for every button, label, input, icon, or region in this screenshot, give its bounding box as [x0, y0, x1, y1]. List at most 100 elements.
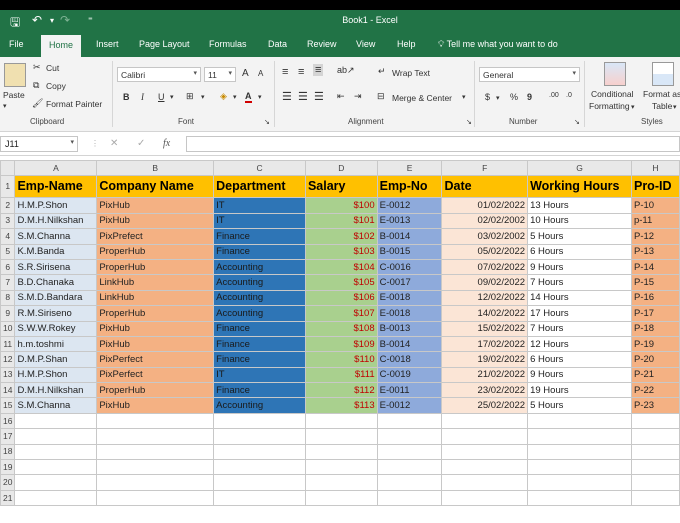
empty-cell[interactable]: [527, 428, 632, 445]
format-as-table-icon[interactable]: [652, 62, 674, 86]
company-name-cell[interactable]: PixHub: [96, 197, 215, 214]
company-name-cell[interactable]: LinkHub: [96, 274, 215, 291]
empty-cell[interactable]: [304, 489, 378, 507]
company-name-cell[interactable]: PixPerfect: [96, 366, 215, 384]
pro-id-cell[interactable]: P-16: [630, 289, 680, 307]
emp-name-cell[interactable]: B.D.Chanaka: [14, 274, 98, 291]
emp-name-cell[interactable]: S.M.D.Bandara: [14, 289, 98, 307]
salary-cell[interactable]: $113: [304, 397, 378, 414]
wrap-text-button[interactable]: Wrap Text: [392, 68, 430, 78]
bold-button[interactable]: B: [123, 92, 130, 102]
row-header[interactable]: 4: [0, 228, 16, 245]
emp-name-cell[interactable]: D.M.H.Nilkshan: [14, 212, 98, 230]
paste-dropdown-icon[interactable]: ▾: [3, 102, 7, 110]
conditional-formatting-icon[interactable]: [604, 62, 626, 86]
working-hours-cell[interactable]: 17 Hours: [527, 305, 632, 322]
column-header[interactable]: G: [527, 159, 632, 177]
empty-cell[interactable]: [376, 489, 443, 507]
merge-center-button[interactable]: Merge & Center: [392, 93, 452, 103]
emp-name-cell[interactable]: H.M.P.Shon: [14, 197, 98, 214]
working-hours-cell[interactable]: 12 Hours: [527, 335, 632, 353]
empty-cell[interactable]: [304, 443, 378, 461]
department-cell[interactable]: Finance: [213, 228, 306, 245]
empty-cell[interactable]: [96, 428, 215, 445]
empty-cell[interactable]: [630, 428, 680, 445]
empty-cell[interactable]: [527, 489, 632, 507]
salary-cell[interactable]: $106: [304, 289, 378, 307]
tab-help[interactable]: Help: [397, 39, 416, 49]
row-header[interactable]: 16: [0, 412, 16, 430]
column-header[interactable]: F: [441, 159, 529, 177]
header-cell[interactable]: Emp-Name: [14, 175, 98, 199]
emp-no-cell[interactable]: E-0011: [376, 382, 443, 399]
date-cell[interactable]: 01/02/2022: [441, 197, 529, 214]
insert-function-icon[interactable]: fx: [163, 138, 170, 149]
emp-no-cell[interactable]: E-0012: [376, 197, 443, 214]
percent-button[interactable]: %: [510, 92, 518, 102]
chevron-down-icon[interactable]: ▾: [233, 93, 237, 101]
row-header[interactable]: 5: [0, 243, 16, 260]
company-name-cell[interactable]: ProperHub: [96, 305, 215, 322]
borders-icon[interactable]: ⊞: [186, 91, 194, 102]
salary-cell[interactable]: $112: [304, 382, 378, 399]
empty-cell[interactable]: [376, 428, 443, 445]
header-cell[interactable]: Pro-ID: [630, 175, 680, 199]
date-cell[interactable]: 03/02/2002: [441, 228, 529, 245]
working-hours-cell[interactable]: 7 Hours: [527, 274, 632, 291]
row-header[interactable]: 14: [0, 382, 16, 399]
company-name-cell[interactable]: PixPerfect: [96, 351, 215, 368]
column-header[interactable]: D: [304, 159, 378, 177]
align-right-icon[interactable]: ☰: [314, 90, 324, 103]
empty-cell[interactable]: [630, 412, 680, 430]
empty-cell[interactable]: [376, 412, 443, 430]
font-color-icon[interactable]: A: [245, 91, 252, 103]
empty-cell[interactable]: [213, 412, 306, 430]
dialog-launcher-icon[interactable]: ↘: [466, 118, 472, 126]
date-cell[interactable]: 07/02/2022: [441, 258, 529, 276]
empty-cell[interactable]: [527, 459, 632, 476]
department-cell[interactable]: Accounting: [213, 289, 306, 307]
pro-id-cell[interactable]: p-11: [630, 212, 680, 230]
pro-id-cell[interactable]: P-23: [630, 397, 680, 414]
bottom-align-icon[interactable]: ≡: [313, 64, 324, 76]
column-header[interactable]: C: [213, 159, 306, 177]
empty-cell[interactable]: [14, 489, 98, 507]
tab-view[interactable]: View: [356, 39, 375, 49]
orientation-icon[interactable]: ab↗: [337, 65, 355, 76]
working-hours-cell[interactable]: 19 Hours: [527, 382, 632, 399]
grow-font-icon[interactable]: A: [242, 68, 249, 79]
chevron-down-icon[interactable]: ▾: [496, 94, 500, 102]
empty-cell[interactable]: [14, 412, 98, 430]
empty-cell[interactable]: [213, 443, 306, 461]
empty-cell[interactable]: [14, 428, 98, 445]
format-painter-button[interactable]: Format Painter: [46, 99, 102, 109]
tell-me-box[interactable]: 💡︎ Tell me what you want to do: [438, 39, 558, 50]
empty-cell[interactable]: [213, 474, 306, 491]
date-cell[interactable]: 12/02/2022: [441, 289, 529, 307]
salary-cell[interactable]: $104: [304, 258, 378, 276]
working-hours-cell[interactable]: 6 Hours: [527, 351, 632, 368]
company-name-cell[interactable]: ProperHub: [96, 382, 215, 399]
chevron-down-icon[interactable]: ▾: [201, 93, 205, 101]
header-cell[interactable]: Salary: [304, 175, 378, 199]
date-cell[interactable]: 23/02/2022: [441, 382, 529, 399]
merge-center-icon[interactable]: ⊟: [377, 91, 385, 102]
tab-file[interactable]: File: [9, 39, 24, 49]
empty-cell[interactable]: [630, 474, 680, 491]
working-hours-cell[interactable]: 5 Hours: [527, 397, 632, 414]
italic-button[interactable]: I: [141, 92, 144, 102]
emp-no-cell[interactable]: E-0012: [376, 397, 443, 414]
emp-no-cell[interactable]: C-0016: [376, 258, 443, 276]
empty-cell[interactable]: [304, 474, 378, 491]
working-hours-cell[interactable]: 10 Hours: [527, 212, 632, 230]
pro-id-cell[interactable]: P-13: [630, 243, 680, 260]
empty-cell[interactable]: [14, 474, 98, 491]
cut-icon[interactable]: ✂: [33, 62, 41, 73]
date-cell[interactable]: 21/02/2022: [441, 366, 529, 384]
empty-cell[interactable]: [14, 459, 98, 476]
emp-name-cell[interactable]: S.R.Sirisena: [14, 258, 98, 276]
emp-no-cell[interactable]: E-0018: [376, 289, 443, 307]
company-name-cell[interactable]: LinkHub: [96, 289, 215, 307]
emp-name-cell[interactable]: D.M.H.Nilkshan: [14, 382, 98, 399]
working-hours-cell[interactable]: 9 Hours: [527, 366, 632, 384]
